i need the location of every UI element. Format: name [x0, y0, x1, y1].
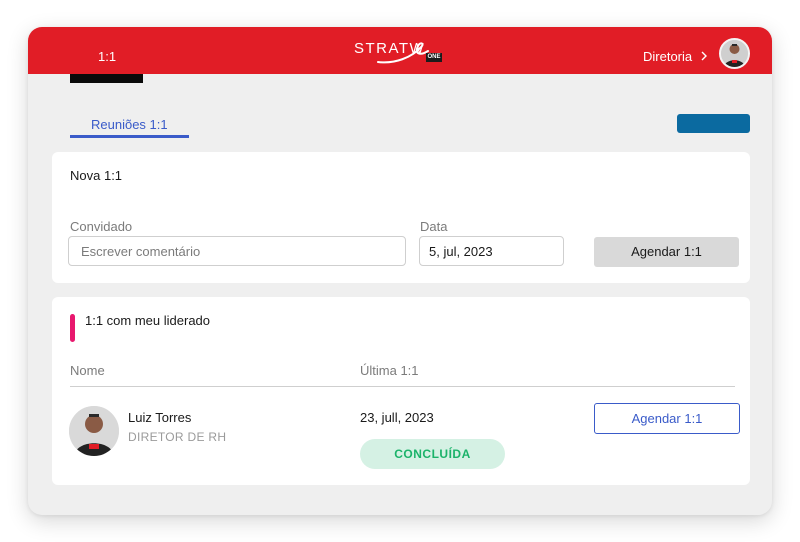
tab-reunioes[interactable]: Reuniões 1:1 — [70, 113, 189, 139]
guest-input[interactable]: Escrever comentário — [68, 236, 406, 266]
schedule-button[interactable]: Agendar 1:1 — [594, 237, 739, 267]
active-tab-indicator — [70, 135, 189, 138]
led-meetings-card: 1:1 com meu liderado Nome Última 1:1 Lui… — [52, 297, 750, 485]
person-role: DIRETOR DE RH — [128, 430, 227, 444]
date-label: Data — [420, 219, 448, 234]
new-meeting-card: Nova 1:1 Convidado Escrever comentário D… — [52, 152, 750, 283]
avatar[interactable] — [69, 406, 119, 456]
chevron-right-icon[interactable] — [698, 49, 710, 63]
person-name: Luiz Torres — [128, 410, 192, 425]
brand-logo[interactable]: STRATW ONE — [354, 40, 446, 66]
schedule-row-button[interactable]: Agendar 1:1 — [594, 403, 740, 434]
table-divider — [70, 386, 735, 387]
primary-action-button[interactable] — [677, 114, 750, 133]
logo-badge: ONE — [426, 53, 442, 62]
user-avatar-image — [721, 40, 748, 67]
guest-label: Convidado — [70, 219, 133, 234]
app-window: 1:1 STRATW ONE Diretoria Reuniões 1:1 No… — [28, 27, 772, 515]
date-field[interactable]: 5, jul, 2023 — [419, 236, 564, 266]
user-avatar[interactable] — [719, 38, 750, 69]
top-header: 1:1 STRATW ONE Diretoria — [28, 27, 772, 74]
person-avatar-image — [69, 406, 119, 456]
column-header-last: Última 1:1 — [360, 363, 419, 378]
card-title: Nova 1:1 — [70, 168, 123, 183]
tab-label: Reuniões 1:1 — [91, 117, 168, 132]
status-badge: CONCLUÍDA — [360, 439, 505, 469]
redacted-block — [70, 74, 143, 83]
column-header-name: Nome — [70, 363, 105, 378]
breadcrumb[interactable]: 1:1 — [98, 49, 116, 64]
section-marker — [70, 314, 75, 342]
last-meeting-date: 23, jull, 2023 — [360, 410, 434, 425]
section-title: 1:1 com meu liderado — [85, 313, 211, 328]
role-selector-label[interactable]: Diretoria — [643, 49, 692, 64]
